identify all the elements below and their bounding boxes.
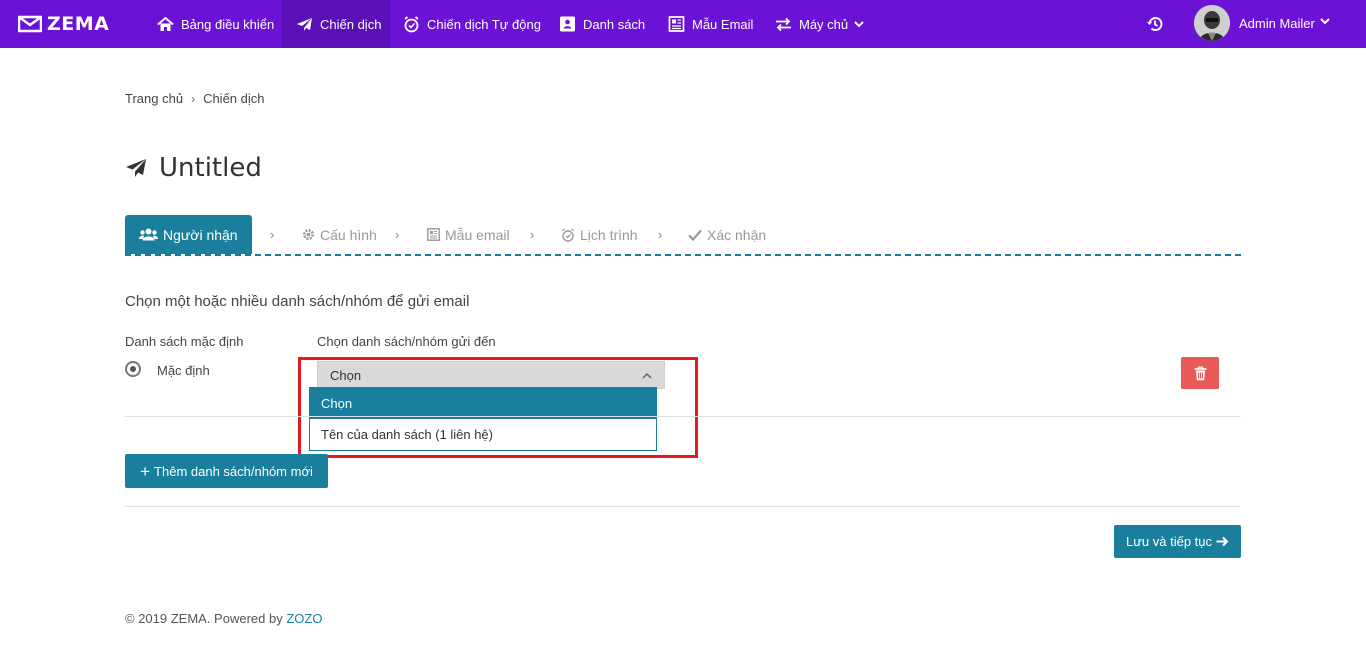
alarm-clock-icon (562, 227, 574, 242)
avatar[interactable] (1194, 5, 1230, 41)
history-icon[interactable] (1145, 14, 1165, 34)
delete-button[interactable] (1181, 357, 1219, 389)
default-list-label: Danh sách mặc định (125, 334, 244, 349)
footer-text: © 2019 ZEMA. Powered by (125, 611, 283, 626)
dropdown-option[interactable]: Chọn (310, 388, 656, 419)
newspaper-icon (668, 16, 685, 32)
brand-name: ZEMA (47, 13, 110, 35)
page-title: Untitled (125, 150, 262, 186)
dropdown-option[interactable]: Tên của danh sách (1 liên hệ) (310, 419, 656, 450)
page-title-text: Untitled (159, 153, 262, 183)
nav-email-templates[interactable]: Mẫu Email (668, 0, 753, 48)
exchange-icon (776, 17, 791, 31)
step-recipients[interactable]: Người nhận (125, 215, 252, 254)
add-list-button-label: Thêm danh sách/nhóm mới (154, 463, 313, 479)
check-icon (688, 229, 702, 241)
list-select[interactable]: Chọn (317, 361, 665, 389)
divider (125, 416, 1241, 417)
step-config-label: Cấu hình (320, 226, 377, 243)
nav-auto-campaigns-label: Chiến dịch Tự động (427, 16, 541, 32)
top-navbar: ZEMA Bảng điều khiển Chiến dịch Chiến dị… (0, 0, 1366, 48)
footer-link[interactable]: ZOZO (286, 611, 322, 626)
step-template[interactable]: Mẫu email (427, 215, 510, 254)
brand-logo[interactable]: ZEMA (18, 12, 109, 36)
footer: © 2019 ZEMA. Powered by ZOZO (125, 611, 322, 626)
step-schedule[interactable]: Lịch trình (561, 215, 638, 254)
user-name[interactable]: Admin Mailer (1239, 0, 1315, 46)
user-avatar-image (1194, 5, 1230, 41)
chevron-up-icon (642, 372, 652, 379)
step-confirm[interactable]: Xác nhận (688, 215, 766, 254)
add-list-button[interactable]: + Thêm danh sách/nhóm mới (125, 454, 328, 488)
instruction-text: Chọn một hoặc nhiều danh sách/nhóm để gử… (125, 293, 470, 310)
list-select-value: Chọn (330, 367, 362, 383)
nav-campaigns-label: Chiến dịch (320, 16, 382, 32)
breadcrumb-separator: › (191, 91, 196, 106)
breadcrumb: Trang chủ › Chiến dịch (125, 91, 265, 106)
users-icon (139, 228, 158, 241)
divider (125, 506, 1241, 507)
alarm-clock-icon (404, 15, 419, 32)
trash-icon (1194, 366, 1206, 380)
envelope-logo-icon (18, 15, 42, 33)
chevron-down-icon[interactable] (1320, 18, 1330, 25)
step-config[interactable]: Cấu hình (302, 215, 377, 254)
wizard-steps: Người nhận › Cấu hình › Mẫu email › Lịch… (125, 215, 1241, 256)
chevron-down-icon (854, 20, 864, 27)
breadcrumb-home[interactable]: Trang chủ (125, 91, 183, 106)
step-recipients-label: Người nhận (163, 226, 238, 243)
nav-servers[interactable]: Máy chủ (775, 0, 864, 48)
plus-icon: + (140, 461, 151, 481)
list-select-dropdown: Chọn Tên của danh sách (1 liên hệ) (309, 387, 657, 451)
nav-email-templates-label: Mẫu Email (692, 16, 754, 32)
step-schedule-label: Lịch trình (580, 226, 638, 243)
default-list-radio[interactable] (125, 361, 141, 377)
nav-lists[interactable]: Danh sách (559, 0, 645, 48)
nav-auto-campaigns[interactable]: Chiến dịch Tự động (403, 0, 541, 48)
step-confirm-label: Xác nhận (707, 226, 767, 243)
paper-plane-icon (126, 159, 146, 177)
step-separator: › (270, 227, 275, 242)
default-list-radio-label: Mặc định (157, 363, 210, 378)
save-continue-button-label: Lưu và tiếp tục (1125, 534, 1213, 549)
arrow-right-icon (1216, 536, 1229, 547)
step-template-label: Mẫu email (445, 226, 510, 243)
step-separator: › (395, 227, 400, 242)
step-separator: › (658, 227, 663, 242)
template-icon (427, 228, 440, 241)
nav-dashboard[interactable]: Bảng điều khiển (157, 0, 274, 48)
breadcrumb-current: Chiến dịch (203, 91, 265, 106)
step-separator: › (530, 227, 535, 242)
home-icon (157, 16, 174, 31)
nav-lists-label: Danh sách (583, 16, 646, 32)
save-continue-button[interactable]: Lưu và tiếp tục (1114, 525, 1241, 558)
nav-servers-label: Máy chủ (799, 16, 849, 32)
contact-book-icon (560, 16, 575, 32)
gear-icon (303, 229, 314, 240)
nav-campaigns[interactable]: Chiến dịch (282, 0, 390, 48)
select-list-label: Chọn danh sách/nhóm gửi đến (317, 334, 496, 349)
nav-dashboard-label: Bảng điều khiển (181, 16, 275, 32)
paper-plane-icon (297, 17, 312, 31)
